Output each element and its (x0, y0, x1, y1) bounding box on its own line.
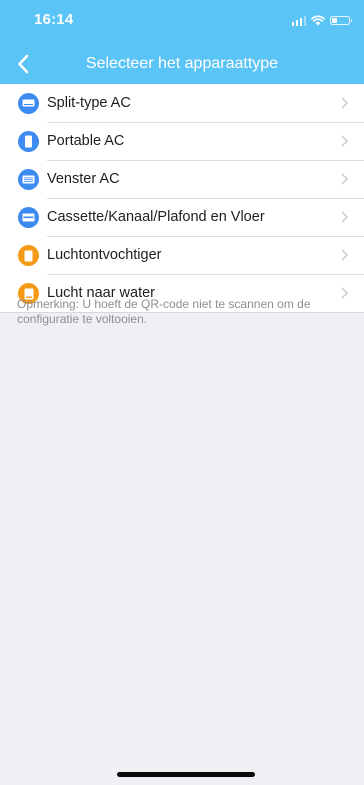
signal-icon (291, 15, 306, 26)
list-item-label: Split-type AC (47, 95, 131, 111)
list-item-label: Venster AC (47, 171, 120, 187)
dehumidifier-icon (18, 245, 39, 266)
cassette-ac-icon (18, 207, 39, 228)
portable-ac-icon (18, 131, 39, 152)
qr-note: Opmerking: U hoeft de QR-code niet te sc… (17, 297, 311, 326)
chevron-right-icon (341, 249, 348, 261)
chevron-right-icon (341, 173, 348, 185)
list-item-split-type-ac[interactable]: Split-type AC (0, 84, 364, 122)
chevron-right-icon (341, 211, 348, 223)
device-type-list: Split-type AC Portable AC Venster AC Cas… (0, 84, 364, 313)
chevron-right-icon (341, 97, 348, 109)
home-indicator[interactable] (117, 772, 255, 777)
status-bar: 16:14 (0, 0, 364, 44)
status-icons (291, 14, 352, 26)
list-item-label: Cassette/Kanaal/Plafond en Vloer (47, 209, 265, 225)
header: 16:14 Selecteer het apparaattype (0, 0, 364, 84)
list-item-luchtontvochtiger[interactable]: Luchtontvochtiger (0, 236, 364, 274)
list-item-label: Portable AC (47, 133, 125, 149)
window-ac-icon (18, 169, 39, 190)
screen: 16:14 Selecteer het apparaattype Split-t… (0, 0, 364, 785)
chevron-left-icon (18, 54, 29, 74)
nav-bar: Selecteer het apparaattype (0, 44, 364, 84)
list-item-cassette-ac[interactable]: Cassette/Kanaal/Plafond en Vloer (0, 198, 364, 236)
page-title: Selecteer het apparaattype (85, 55, 279, 72)
split-ac-icon (18, 93, 39, 114)
wifi-icon (311, 15, 325, 25)
list-item-label: Luchtontvochtiger (47, 247, 162, 263)
status-time: 16:14 (34, 11, 74, 28)
list-item-venster-ac[interactable]: Venster AC (0, 160, 364, 198)
back-button[interactable] (8, 48, 38, 80)
chevron-right-icon (341, 135, 348, 147)
battery-icon (330, 15, 352, 25)
list-item-portable-ac[interactable]: Portable AC (0, 122, 364, 160)
